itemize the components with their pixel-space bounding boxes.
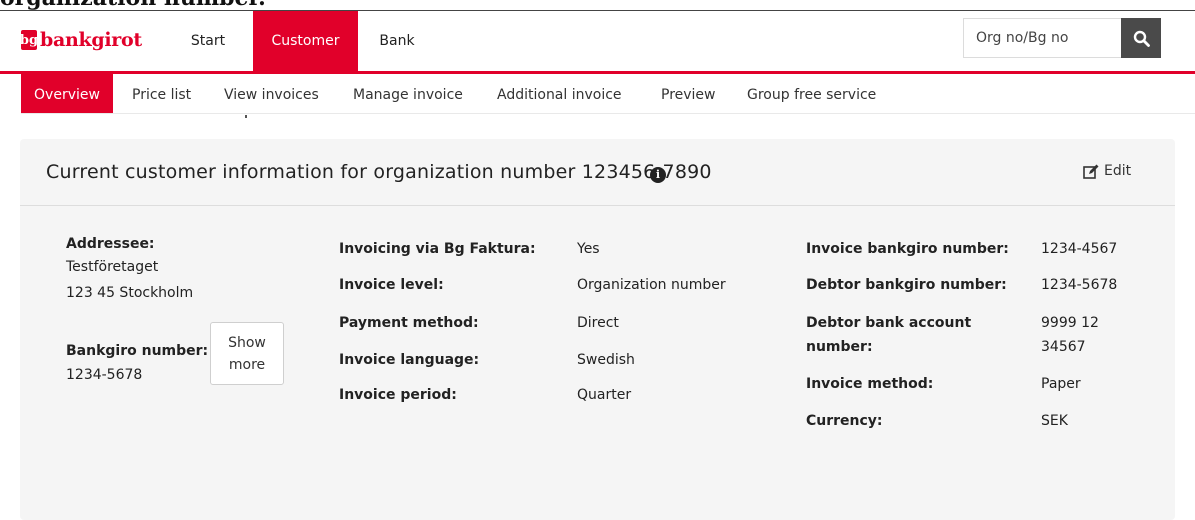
debtor-bankgiro-value: 1234-5678 [1041, 277, 1118, 293]
currency-value: SEK [1041, 413, 1068, 429]
show-more-line1: Show [228, 335, 266, 351]
invoicing-value: Yes [577, 241, 600, 257]
nav-item-bank[interactable]: Bank [373, 11, 421, 71]
addressee-city: 123 45 Stockholm [66, 285, 194, 301]
payment-method-value: Direct [577, 315, 619, 331]
nav-item-start[interactable]: Start [180, 11, 236, 71]
edit-button[interactable]: Edit [1083, 163, 1131, 179]
invoice-bankgiro-value: 1234-4567 [1041, 241, 1118, 257]
page-heading-fragment: organization number. [0, 0, 266, 10]
panel-title: Current customer information for organiz… [46, 161, 712, 183]
subnav-overview[interactable]: Overview [21, 74, 113, 113]
debtor-account-value-line1: 9999 12 [1041, 315, 1099, 331]
payment-method-label: Payment method: [339, 315, 479, 331]
invoice-period-value: Quarter [577, 387, 632, 403]
invoice-level-value: Organization number [577, 277, 726, 293]
subnav-additional-invoice[interactable]: Additional invoice [497, 74, 622, 113]
bankgiro-value: 1234-5678 [66, 367, 143, 383]
sub-navigation: Overview Price list View invoices Manage… [21, 74, 1195, 114]
edit-icon [1083, 164, 1099, 179]
edit-label: Edit [1104, 163, 1132, 179]
debtor-account-label-line2: number: [806, 339, 873, 355]
search-input[interactable] [963, 18, 1121, 58]
subnav-preview[interactable]: Preview [661, 74, 716, 113]
invoice-method-label: Invoice method: [806, 376, 934, 392]
search-icon [1133, 30, 1150, 47]
invoice-level-label: Invoice level: [339, 277, 444, 293]
show-more-line2: more [228, 357, 266, 373]
bankgiro-label: Bankgiro number: [66, 343, 209, 359]
invoice-language-label: Invoice language: [339, 352, 480, 368]
stray-mark [245, 115, 247, 118]
nav-item-customer[interactable]: Customer [253, 11, 358, 71]
addressee-label: Addressee: [66, 236, 155, 252]
bankgirot-logo[interactable]: bg bankgirot [20, 28, 142, 52]
subnav-group-free-service[interactable]: Group free service [747, 74, 876, 113]
addressee-name: Testföretaget [66, 259, 159, 275]
debtor-account-value-line2: 34567 [1041, 339, 1086, 355]
invoice-language-value: Swedish [577, 352, 635, 368]
invoice-period-label: Invoice period: [339, 387, 457, 403]
panel-header: Current customer information for organiz… [20, 139, 1175, 206]
currency-label: Currency: [806, 413, 883, 429]
invoicing-label: Invoicing via Bg Faktura: [339, 241, 536, 257]
logo-text: bankgirot [40, 29, 142, 51]
invoice-bankgiro-label: Invoice bankgiro number: [806, 241, 1009, 257]
search-button[interactable] [1121, 18, 1161, 58]
subnav-price-list[interactable]: Price list [132, 74, 191, 113]
top-navigation: bg bankgirot Start Customer Bank [0, 11, 1195, 71]
info-icon[interactable]: i [650, 167, 666, 183]
show-more-button[interactable]: Show more [210, 322, 284, 385]
subnav-manage-invoice[interactable]: Manage invoice [353, 74, 463, 113]
debtor-account-label-line1: Debtor bank account [806, 315, 972, 331]
logo-mark: bg [20, 30, 38, 50]
debtor-bankgiro-label: Debtor bankgiro number: [806, 277, 1007, 293]
subnav-view-invoices[interactable]: View invoices [224, 74, 319, 113]
invoice-method-value: Paper [1041, 376, 1081, 392]
